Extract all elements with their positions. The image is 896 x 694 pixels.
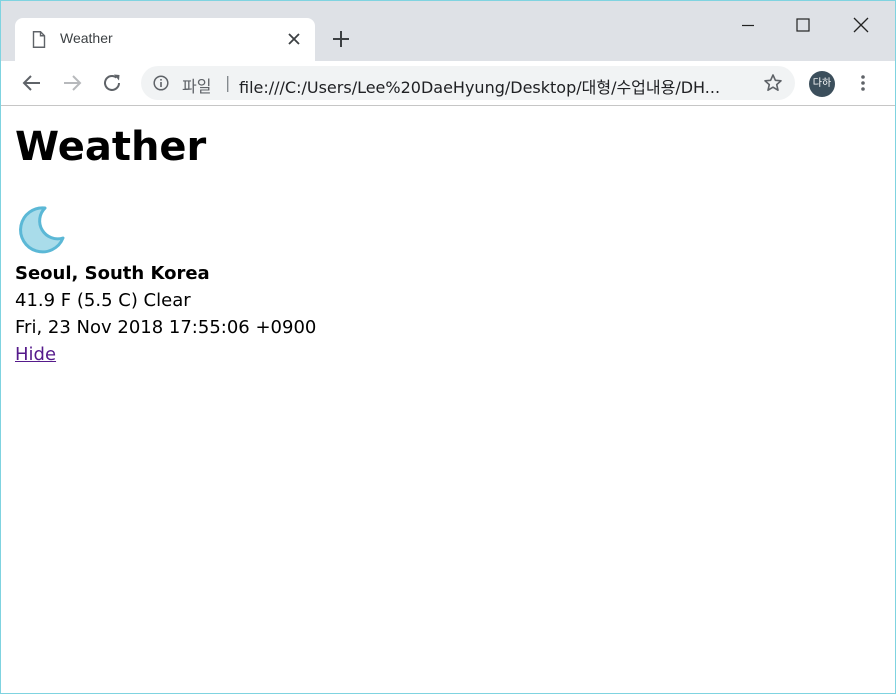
bookmark-star-icon[interactable] [763, 73, 783, 93]
new-tab-plus-icon[interactable] [331, 29, 351, 49]
tab-title: Weather [60, 30, 113, 46]
profile-avatar[interactable]: 다하 [809, 71, 835, 97]
address-bar[interactable]: 파일 | file:///C:/Users/Lee%20DaeHyung/Des… [141, 66, 795, 100]
forward-arrow-icon[interactable] [61, 72, 83, 94]
tab-strip: Weather [1, 1, 895, 61]
page-content: Weather Seoul, South Korea 41.9 F (5.5 C… [15, 107, 885, 368]
weather-timestamp: Fri, 23 Nov 2018 17:55:06 +0900 [15, 317, 317, 338]
weather-conditions: 41.9 F (5.5 C) Clear [15, 290, 191, 311]
location-name: Seoul, South Korea [15, 263, 210, 284]
tab-close-icon[interactable] [287, 32, 301, 46]
reload-icon[interactable] [101, 72, 123, 94]
browser-toolbar: 파일 | file:///C:/Users/Lee%20DaeHyung/Des… [1, 61, 895, 106]
address-url[interactable]: file:///C:/Users/Lee%20DaeHyung/Desktop/… [239, 74, 751, 98]
active-tab[interactable]: Weather [15, 18, 315, 61]
maximize-icon[interactable] [793, 15, 813, 35]
browser-window: Weather 파일 | file:///C:/Users/Lee%20DaeH… [0, 0, 896, 694]
hide-link[interactable]: Hide [15, 341, 56, 368]
minimize-icon[interactable] [738, 15, 758, 35]
moon-icon [19, 206, 65, 254]
more-menu-icon[interactable] [853, 73, 873, 93]
window-close-icon[interactable] [851, 15, 871, 35]
document-icon [32, 31, 46, 48]
back-arrow-icon[interactable] [21, 72, 43, 94]
address-scheme-label: 파일 [182, 77, 212, 96]
address-separator: | [225, 73, 231, 92]
page-title: Weather [15, 124, 207, 170]
info-icon[interactable] [153, 75, 169, 91]
